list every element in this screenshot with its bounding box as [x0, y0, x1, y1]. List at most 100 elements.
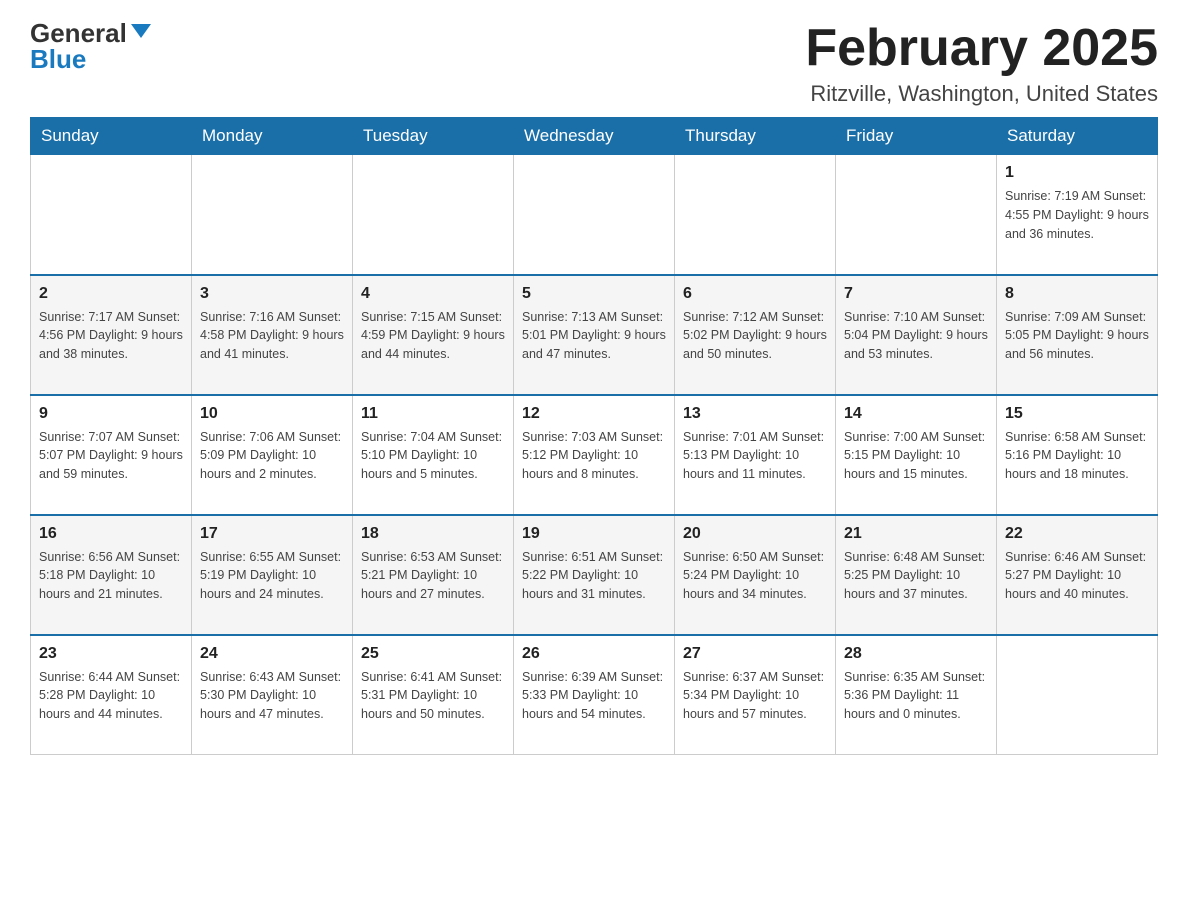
day-number: 20 [683, 522, 827, 546]
calendar-day-cell [192, 155, 353, 275]
day-number: 22 [1005, 522, 1149, 546]
logo-general-text: General [30, 20, 127, 46]
calendar-table: SundayMondayTuesdayWednesdayThursdayFrid… [30, 117, 1158, 755]
day-info: Sunrise: 6:58 AM Sunset: 5:16 PM Dayligh… [1005, 428, 1149, 484]
day-info: Sunrise: 6:51 AM Sunset: 5:22 PM Dayligh… [522, 548, 666, 604]
day-info: Sunrise: 7:09 AM Sunset: 5:05 PM Dayligh… [1005, 308, 1149, 364]
calendar-weekday-header: Wednesday [514, 118, 675, 155]
calendar-weekday-header: Friday [836, 118, 997, 155]
calendar-day-cell: 26Sunrise: 6:39 AM Sunset: 5:33 PM Dayli… [514, 635, 675, 755]
day-info: Sunrise: 6:35 AM Sunset: 5:36 PM Dayligh… [844, 668, 988, 724]
day-number: 16 [39, 522, 183, 546]
day-info: Sunrise: 7:19 AM Sunset: 4:55 PM Dayligh… [1005, 187, 1149, 243]
calendar-week-row: 16Sunrise: 6:56 AM Sunset: 5:18 PM Dayli… [31, 515, 1158, 635]
day-info: Sunrise: 6:48 AM Sunset: 5:25 PM Dayligh… [844, 548, 988, 604]
logo-blue-text: Blue [30, 46, 86, 72]
calendar-weekday-header: Monday [192, 118, 353, 155]
calendar-weekday-header: Saturday [997, 118, 1158, 155]
day-info: Sunrise: 6:43 AM Sunset: 5:30 PM Dayligh… [200, 668, 344, 724]
calendar-day-cell: 9Sunrise: 7:07 AM Sunset: 5:07 PM Daylig… [31, 395, 192, 515]
day-info: Sunrise: 6:46 AM Sunset: 5:27 PM Dayligh… [1005, 548, 1149, 604]
calendar-day-cell: 6Sunrise: 7:12 AM Sunset: 5:02 PM Daylig… [675, 275, 836, 395]
day-number: 26 [522, 642, 666, 666]
calendar-day-cell: 3Sunrise: 7:16 AM Sunset: 4:58 PM Daylig… [192, 275, 353, 395]
day-info: Sunrise: 7:04 AM Sunset: 5:10 PM Dayligh… [361, 428, 505, 484]
day-number: 13 [683, 402, 827, 426]
calendar-day-cell: 11Sunrise: 7:04 AM Sunset: 5:10 PM Dayli… [353, 395, 514, 515]
day-number: 10 [200, 402, 344, 426]
day-info: Sunrise: 6:37 AM Sunset: 5:34 PM Dayligh… [683, 668, 827, 724]
day-number: 19 [522, 522, 666, 546]
day-number: 5 [522, 282, 666, 306]
day-info: Sunrise: 7:03 AM Sunset: 5:12 PM Dayligh… [522, 428, 666, 484]
day-number: 17 [200, 522, 344, 546]
day-info: Sunrise: 7:01 AM Sunset: 5:13 PM Dayligh… [683, 428, 827, 484]
calendar-subtitle: Ritzville, Washington, United States [805, 81, 1158, 107]
logo-triangle-icon [131, 24, 151, 38]
calendar-day-cell: 13Sunrise: 7:01 AM Sunset: 5:13 PM Dayli… [675, 395, 836, 515]
calendar-week-row: 1Sunrise: 7:19 AM Sunset: 4:55 PM Daylig… [31, 155, 1158, 275]
day-number: 14 [844, 402, 988, 426]
day-info: Sunrise: 7:06 AM Sunset: 5:09 PM Dayligh… [200, 428, 344, 484]
calendar-day-cell: 23Sunrise: 6:44 AM Sunset: 5:28 PM Dayli… [31, 635, 192, 755]
calendar-day-cell: 19Sunrise: 6:51 AM Sunset: 5:22 PM Dayli… [514, 515, 675, 635]
calendar-weekday-header: Tuesday [353, 118, 514, 155]
day-info: Sunrise: 6:44 AM Sunset: 5:28 PM Dayligh… [39, 668, 183, 724]
calendar-weekday-header: Thursday [675, 118, 836, 155]
calendar-day-cell: 27Sunrise: 6:37 AM Sunset: 5:34 PM Dayli… [675, 635, 836, 755]
calendar-day-cell: 8Sunrise: 7:09 AM Sunset: 5:05 PM Daylig… [997, 275, 1158, 395]
day-number: 11 [361, 402, 505, 426]
day-number: 3 [200, 282, 344, 306]
calendar-day-cell [836, 155, 997, 275]
calendar-day-cell: 4Sunrise: 7:15 AM Sunset: 4:59 PM Daylig… [353, 275, 514, 395]
calendar-day-cell: 1Sunrise: 7:19 AM Sunset: 4:55 PM Daylig… [997, 155, 1158, 275]
calendar-day-cell: 7Sunrise: 7:10 AM Sunset: 5:04 PM Daylig… [836, 275, 997, 395]
calendar-day-cell: 18Sunrise: 6:53 AM Sunset: 5:21 PM Dayli… [353, 515, 514, 635]
day-number: 4 [361, 282, 505, 306]
logo: General Blue [30, 20, 151, 72]
title-block: February 2025 Ritzville, Washington, Uni… [805, 20, 1158, 107]
calendar-weekday-header: Sunday [31, 118, 192, 155]
day-info: Sunrise: 6:41 AM Sunset: 5:31 PM Dayligh… [361, 668, 505, 724]
day-number: 25 [361, 642, 505, 666]
calendar-day-cell: 5Sunrise: 7:13 AM Sunset: 5:01 PM Daylig… [514, 275, 675, 395]
calendar-day-cell: 2Sunrise: 7:17 AM Sunset: 4:56 PM Daylig… [31, 275, 192, 395]
day-number: 9 [39, 402, 183, 426]
day-number: 12 [522, 402, 666, 426]
calendar-title: February 2025 [805, 20, 1158, 77]
day-number: 28 [844, 642, 988, 666]
day-info: Sunrise: 6:50 AM Sunset: 5:24 PM Dayligh… [683, 548, 827, 604]
day-info: Sunrise: 7:12 AM Sunset: 5:02 PM Dayligh… [683, 308, 827, 364]
day-number: 7 [844, 282, 988, 306]
calendar-week-row: 9Sunrise: 7:07 AM Sunset: 5:07 PM Daylig… [31, 395, 1158, 515]
day-number: 24 [200, 642, 344, 666]
day-info: Sunrise: 7:13 AM Sunset: 5:01 PM Dayligh… [522, 308, 666, 364]
day-info: Sunrise: 6:56 AM Sunset: 5:18 PM Dayligh… [39, 548, 183, 604]
day-number: 6 [683, 282, 827, 306]
page-header: General Blue February 2025 Ritzville, Wa… [30, 20, 1158, 107]
calendar-day-cell: 10Sunrise: 7:06 AM Sunset: 5:09 PM Dayli… [192, 395, 353, 515]
calendar-day-cell: 15Sunrise: 6:58 AM Sunset: 5:16 PM Dayli… [997, 395, 1158, 515]
calendar-day-cell [31, 155, 192, 275]
day-info: Sunrise: 7:15 AM Sunset: 4:59 PM Dayligh… [361, 308, 505, 364]
day-info: Sunrise: 7:10 AM Sunset: 5:04 PM Dayligh… [844, 308, 988, 364]
calendar-day-cell: 20Sunrise: 6:50 AM Sunset: 5:24 PM Dayli… [675, 515, 836, 635]
calendar-day-cell [353, 155, 514, 275]
calendar-week-row: 2Sunrise: 7:17 AM Sunset: 4:56 PM Daylig… [31, 275, 1158, 395]
day-number: 15 [1005, 402, 1149, 426]
calendar-day-cell: 14Sunrise: 7:00 AM Sunset: 5:15 PM Dayli… [836, 395, 997, 515]
day-info: Sunrise: 6:39 AM Sunset: 5:33 PM Dayligh… [522, 668, 666, 724]
day-number: 2 [39, 282, 183, 306]
calendar-header-row: SundayMondayTuesdayWednesdayThursdayFrid… [31, 118, 1158, 155]
day-info: Sunrise: 7:16 AM Sunset: 4:58 PM Dayligh… [200, 308, 344, 364]
day-number: 21 [844, 522, 988, 546]
calendar-day-cell: 12Sunrise: 7:03 AM Sunset: 5:12 PM Dayli… [514, 395, 675, 515]
calendar-day-cell: 28Sunrise: 6:35 AM Sunset: 5:36 PM Dayli… [836, 635, 997, 755]
day-number: 27 [683, 642, 827, 666]
day-info: Sunrise: 6:55 AM Sunset: 5:19 PM Dayligh… [200, 548, 344, 604]
day-number: 8 [1005, 282, 1149, 306]
calendar-day-cell: 21Sunrise: 6:48 AM Sunset: 5:25 PM Dayli… [836, 515, 997, 635]
calendar-day-cell: 22Sunrise: 6:46 AM Sunset: 5:27 PM Dayli… [997, 515, 1158, 635]
day-info: Sunrise: 7:17 AM Sunset: 4:56 PM Dayligh… [39, 308, 183, 364]
calendar-day-cell: 16Sunrise: 6:56 AM Sunset: 5:18 PM Dayli… [31, 515, 192, 635]
